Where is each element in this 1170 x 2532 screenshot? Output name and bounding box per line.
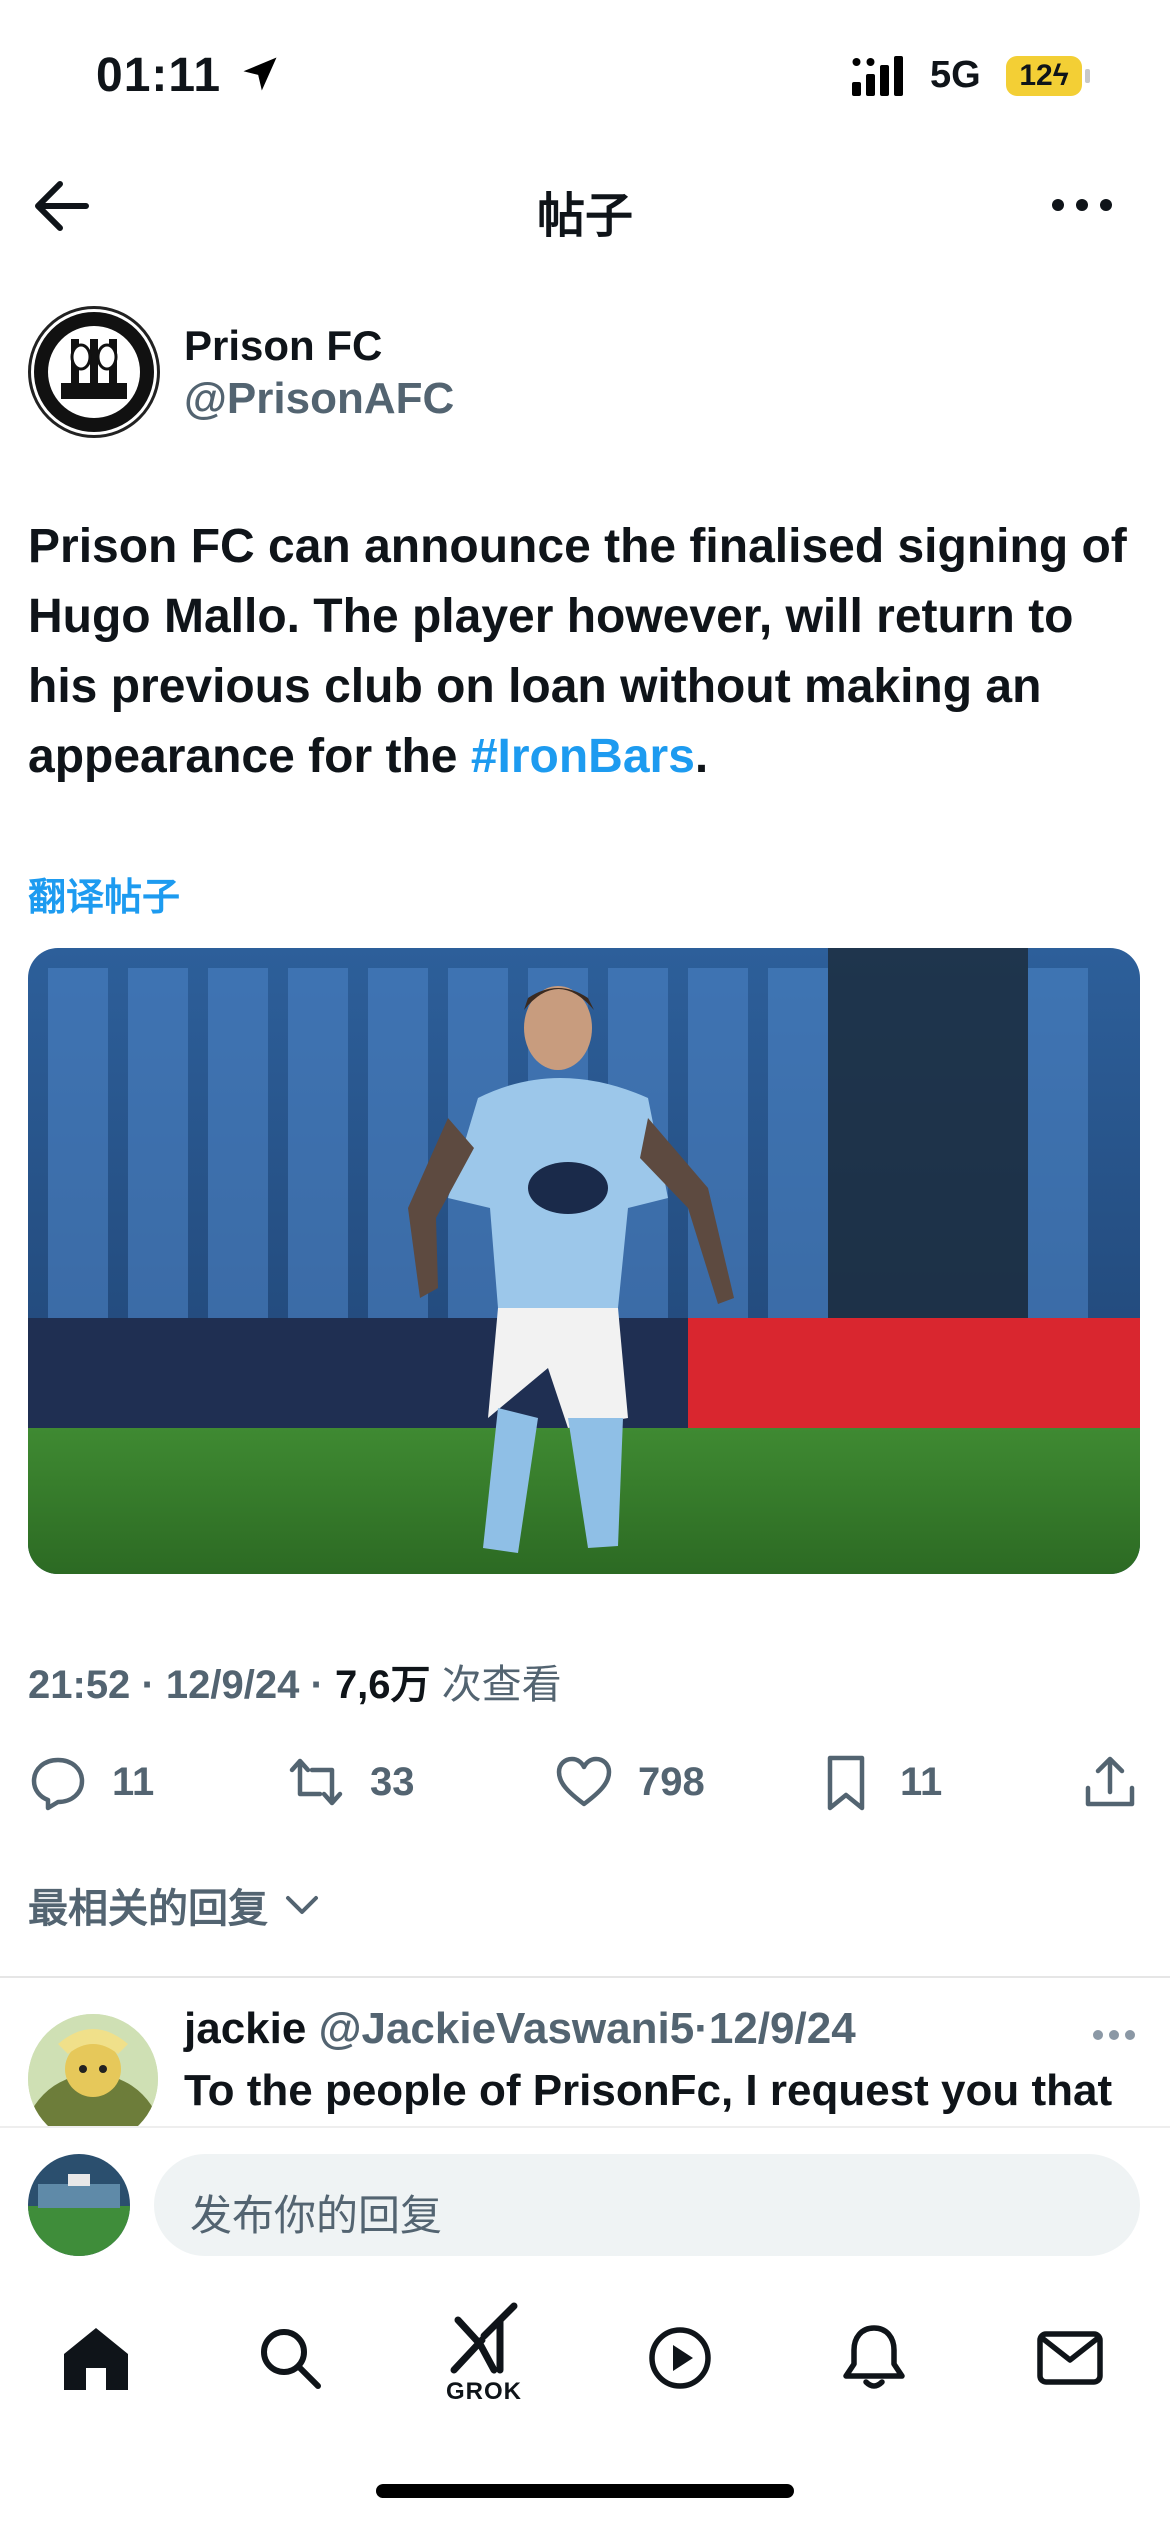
location-arrow-icon — [243, 57, 277, 91]
current-user-avatar[interactable] — [28, 2154, 130, 2256]
tweet-media-image[interactable] — [28, 948, 1140, 1574]
reply-date: 12/9/24 — [708, 2004, 856, 2053]
battery-level: 12 — [1019, 59, 1053, 92]
signal-icon — [852, 56, 903, 96]
video-icon[interactable] — [640, 2318, 720, 2398]
divider — [0, 1976, 1170, 1978]
bookmark-count: 11 — [900, 1760, 943, 1804]
reply-author-handle[interactable]: @JackieVaswani5 — [319, 2004, 695, 2053]
tweet-meta: 21:52 · 12/9/24 · 7,6万 次查看 — [28, 1652, 562, 1710]
author-avatar[interactable] — [28, 306, 160, 438]
like-count: 798 — [638, 1760, 705, 1804]
reply-sort-dropdown[interactable]: 最相关的回复 — [28, 1876, 268, 1934]
messages-icon[interactable] — [1030, 2318, 1110, 2398]
more-icon[interactable] — [1050, 190, 1114, 220]
tweet-time: 21:52 — [28, 1663, 131, 1707]
grok-label: GROK — [446, 2378, 522, 2405]
battery-tip — [1085, 69, 1090, 83]
football-player-photo — [28, 948, 1140, 1574]
status-bar: 01:11 5G 12ϟ — [0, 0, 1170, 150]
tweet-date: 12/9/24 — [165, 1663, 300, 1707]
charging-bolt-icon: ϟ — [1052, 59, 1069, 92]
tweet-text: Prison FC can announce the finalised sig… — [28, 512, 1152, 792]
share-icon — [1085, 1756, 1135, 1807]
stadium-avatar-image — [28, 2154, 130, 2256]
views-label: 次查看 — [441, 1663, 562, 1707]
reply-more-icon[interactable] — [1092, 2028, 1136, 2042]
retweet-icon — [289, 1758, 343, 1806]
reply-input-placeholder: 发布你的回复 — [190, 2192, 443, 2239]
home-indicator — [376, 2484, 794, 2498]
reply-text: To the people of PrisonFc, I request you… — [184, 2066, 1113, 2115]
page-title: 帖子 — [536, 190, 633, 243]
bookmark-icon — [827, 1755, 865, 1811]
tweet-text-end: . — [694, 730, 709, 783]
author-handle[interactable]: @PrisonAFC — [184, 374, 454, 424]
hashtag-link[interactable]: #IronBars — [471, 730, 695, 783]
reply-author-name[interactable]: jackie — [184, 2004, 306, 2053]
meta-separator: · — [310, 1663, 324, 1707]
home-icon[interactable] — [56, 2318, 136, 2398]
reply-header: jackie @JackieVaswani5·12/9/24 — [184, 2004, 856, 2054]
meta-separator: · — [141, 1663, 155, 1707]
reply-avatar[interactable] — [28, 2014, 158, 2144]
reply-icon — [31, 1757, 85, 1811]
status-time: 01:11 — [96, 49, 222, 102]
search-icon[interactable] — [250, 2318, 330, 2398]
grok-icon[interactable] — [444, 2300, 524, 2380]
reply-separator: · — [694, 2004, 709, 2053]
reply-count: 11 — [112, 1760, 155, 1804]
battery-indicator: 12ϟ — [1006, 56, 1082, 96]
reply-input[interactable]: 发布你的回复 — [154, 2154, 1140, 2256]
network-type: 5G — [930, 54, 981, 96]
heart-icon — [556, 1756, 612, 1807]
chevron-down-icon[interactable] — [284, 1890, 320, 1920]
retweet-count: 33 — [370, 1760, 415, 1804]
prison-fc-crest-icon — [34, 312, 154, 432]
reply-avatar-image — [28, 2014, 158, 2144]
translate-post-link[interactable]: 翻译帖子 — [28, 866, 180, 921]
notifications-icon[interactable] — [834, 2318, 914, 2398]
author-name[interactable]: Prison FC — [184, 322, 382, 370]
reply-composer: 发布你的回复 — [0, 2126, 1170, 2276]
views-count: 7,6万 — [334, 1663, 431, 1707]
